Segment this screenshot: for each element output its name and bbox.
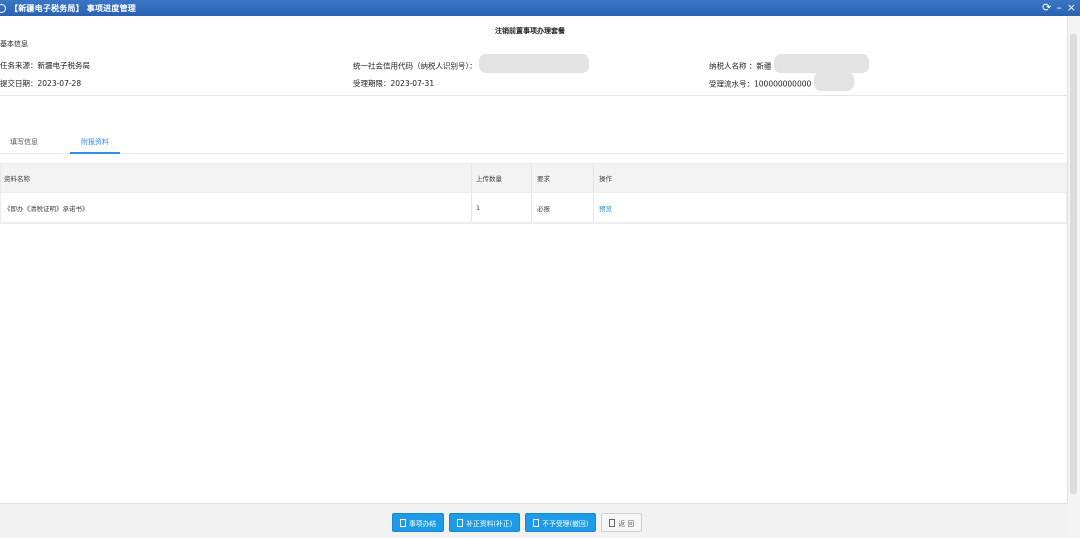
row-count: 1: [476, 203, 481, 212]
attachments-table: 资料名称 上传数量 要求 操作 《即办《清税证明》承诺书》 1 必报 预览: [0, 163, 1067, 224]
vertical-scrollbar[interactable]: [1067, 16, 1080, 538]
row-separator: [531, 193, 532, 222]
taxpayer-name-label: 纳税人名称 ：新疆: [709, 61, 772, 71]
header-separator: [471, 164, 472, 192]
header-count: 上传数量: [476, 175, 502, 183]
checkbox-icon: [400, 518, 406, 527]
back-label: 返 回: [618, 519, 635, 528]
info-row-1: 任务来源：新疆电子税务局 统一社会信用代码（纳税人识别号）： 纳税人名称 ：新疆: [0, 54, 1060, 73]
back-button[interactable]: 返 回: [601, 513, 643, 532]
window-controls: ⟳ – ×: [1042, 0, 1076, 16]
serial-number: 受理流水号：100000000000: [709, 72, 854, 91]
action-buttons: 事项办结 补正资料(补正) 不予受理(撤回) 返 回: [392, 513, 643, 532]
deadline: 受理期限：2023-07-31: [353, 79, 435, 88]
close-icon[interactable]: ×: [1067, 0, 1076, 16]
app-logo-icon: [0, 3, 6, 13]
credit-code-label: 统一社会信用代码（纳税人识别号）：: [353, 61, 477, 71]
row-separator: [471, 193, 472, 222]
header-requirement: 要求: [537, 175, 550, 183]
window-titlebar: 【新疆电子税务局】 事项进度管理 ⟳ – ×: [0, 0, 1080, 16]
tab-fill-info[interactable]: 填写信息: [10, 137, 38, 152]
row-requirement: 必报: [537, 204, 550, 213]
header-operation: 操作: [599, 175, 612, 183]
scrollbar-thumb[interactable]: [1070, 34, 1077, 494]
supplement-materials-label: 补正资料(补正): [466, 519, 513, 528]
credit-code-redacted: [479, 54, 590, 73]
info-divider: [0, 95, 1080, 96]
row-name: 《即办《清税证明》承诺书》: [4, 204, 89, 213]
header-separator: [593, 164, 594, 192]
page-title: 注销前置事项办理套餐: [495, 27, 565, 35]
checkbox-icon: [533, 518, 540, 527]
table-row: 《即办《清税证明》承诺书》 1 必报 预览: [1, 193, 1066, 223]
section-label-basic-info: 基本信息: [0, 40, 28, 48]
table-header: 资料名称 上传数量 要求 操作: [1, 164, 1066, 193]
tab-attachments[interactable]: 附报资料: [70, 137, 120, 154]
supplement-materials-button[interactable]: 补正资料(补正): [449, 513, 521, 532]
checkbox-icon: [457, 518, 464, 527]
reject-button[interactable]: 不予受理(撤回): [525, 513, 597, 532]
credit-code: 统一社会信用代码（纳税人识别号）：: [353, 54, 590, 73]
row-separator: [593, 193, 594, 222]
minimize-icon[interactable]: –: [1056, 0, 1062, 16]
window-title: 【新疆电子税务局】 事项进度管理: [10, 3, 136, 13]
serial-number-redacted: [813, 72, 854, 91]
complete-matter-button[interactable]: 事项办结: [392, 513, 445, 532]
serial-number-label: 受理流水号：100000000000: [709, 79, 812, 89]
header-name: 资料名称: [4, 175, 30, 183]
task-source: 任务来源：新疆电子税务局: [0, 61, 90, 70]
preview-link[interactable]: 预览: [599, 193, 612, 222]
taxpayer-name-redacted: [773, 54, 869, 73]
checkbox-icon: [609, 518, 616, 527]
tab-bar: 填写信息 附报资料: [0, 133, 1064, 154]
refresh-icon[interactable]: ⟳: [1042, 0, 1051, 16]
submit-date: 提交日期：2023-07-28: [0, 79, 82, 88]
complete-matter-label: 事项办结: [409, 519, 437, 528]
info-row-2: 提交日期：2023-07-28 受理期限：2023-07-31 受理流水号：10…: [0, 72, 1060, 91]
footer-bar: 事项办结 补正资料(补正) 不予受理(撤回) 返 回: [0, 503, 1068, 538]
reject-label: 不予受理(撤回): [542, 519, 589, 528]
header-separator: [531, 164, 532, 192]
